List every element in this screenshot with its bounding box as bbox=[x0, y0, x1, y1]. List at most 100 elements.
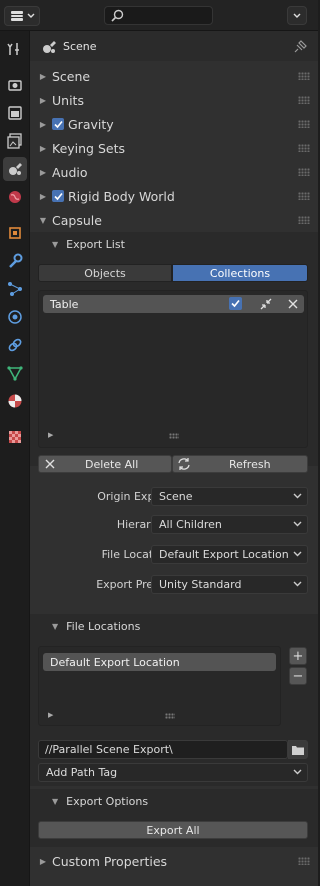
add-path-tag-dropdown[interactable]: Add Path Tag bbox=[38, 763, 308, 782]
chevron-down-icon: ▼ bbox=[52, 796, 59, 806]
chevron-down-icon bbox=[27, 13, 35, 18]
tab-world[interactable] bbox=[3, 185, 27, 209]
rigid-body-world-checkbox[interactable] bbox=[52, 190, 64, 202]
subpanel-label: Export List bbox=[66, 237, 125, 251]
drag-handle[interactable] bbox=[298, 216, 310, 224]
drag-handle[interactable] bbox=[298, 120, 310, 128]
gravity-checkbox[interactable] bbox=[52, 118, 64, 130]
minus-icon: − bbox=[292, 668, 304, 684]
drag-handle[interactable] bbox=[298, 96, 310, 104]
browse-folder-button[interactable] bbox=[288, 740, 308, 759]
tab-constraints[interactable] bbox=[3, 333, 27, 357]
collapse-arrows-icon[interactable] bbox=[259, 297, 273, 311]
tab-data[interactable] bbox=[3, 361, 27, 385]
section-capsule[interactable]: ▼ Capsule bbox=[30, 208, 318, 232]
constraints-icon bbox=[8, 338, 22, 352]
tab-scene[interactable] bbox=[3, 157, 27, 181]
path-field[interactable]: //Parallel Scene Export\ bbox=[38, 740, 288, 759]
section-label: Keying Sets bbox=[52, 140, 126, 156]
origin-export-dropdown[interactable]: Scene bbox=[151, 487, 308, 506]
physics-icon bbox=[8, 310, 22, 324]
editor-type-button[interactable] bbox=[4, 6, 40, 26]
tab-tool[interactable] bbox=[3, 37, 27, 61]
close-icon[interactable] bbox=[287, 298, 299, 310]
list-item-label: Table bbox=[50, 297, 79, 311]
chevron-right-icon: ▶ bbox=[39, 119, 47, 129]
tab-particles[interactable] bbox=[3, 277, 27, 301]
folder-icon bbox=[292, 745, 304, 755]
tab-object[interactable] bbox=[3, 221, 27, 245]
scene-icon bbox=[9, 163, 22, 175]
tab-collections[interactable]: Collections bbox=[172, 264, 308, 282]
tool-icon bbox=[7, 43, 19, 55]
list-item-label: Default Export Location bbox=[50, 655, 180, 669]
section-scene[interactable]: ▶ Scene bbox=[30, 64, 318, 88]
tab-view-layer[interactable] bbox=[3, 129, 27, 153]
properties-panel: Scene ▶ Scene ▶ Units ▶ Gravity ▶ Keying… bbox=[30, 31, 318, 886]
tab-texture[interactable] bbox=[3, 425, 27, 449]
section-units[interactable]: ▶ Units bbox=[30, 88, 318, 112]
remove-location-button[interactable]: − bbox=[289, 667, 307, 685]
chevron-down-icon bbox=[293, 13, 301, 18]
section-custom-properties[interactable]: ▶ Custom Properties bbox=[30, 849, 318, 873]
section-rigid-body-world[interactable]: ▶ Rigid Body World bbox=[30, 184, 318, 208]
tab-render[interactable] bbox=[3, 73, 27, 97]
enabled-checkbox[interactable] bbox=[229, 297, 242, 310]
close-icon bbox=[45, 459, 55, 469]
add-location-button[interactable]: + bbox=[289, 647, 307, 665]
top-bar bbox=[0, 0, 318, 31]
chevron-right-icon: ▶ bbox=[39, 191, 47, 201]
world-icon bbox=[9, 191, 21, 203]
export-all-button[interactable]: Export All bbox=[38, 821, 308, 839]
export-preset-dropdown[interactable]: Unity Standard bbox=[151, 575, 308, 594]
drag-handle[interactable] bbox=[298, 857, 310, 865]
checkmark-icon bbox=[53, 192, 63, 200]
view-layer-icon bbox=[7, 133, 22, 149]
pin-icon[interactable] bbox=[294, 39, 308, 53]
hierarchy-dropdown[interactable]: All Children bbox=[151, 515, 308, 534]
search-icon bbox=[111, 9, 124, 22]
tab-physics[interactable] bbox=[3, 305, 27, 329]
export-options-body: Export All bbox=[30, 813, 318, 847]
section-label: Gravity bbox=[68, 116, 114, 132]
chevron-right-icon: ▶ bbox=[39, 856, 47, 866]
refresh-label: Refresh bbox=[229, 457, 271, 471]
expand-arrow-icon[interactable]: ▶ bbox=[48, 711, 53, 719]
delete-all-button[interactable]: Delete All bbox=[38, 455, 172, 473]
tab-output[interactable] bbox=[3, 101, 27, 125]
file-locations-list[interactable]: Default Export Location ▶ bbox=[38, 646, 281, 726]
resize-grip-icon[interactable] bbox=[165, 713, 175, 719]
material-icon bbox=[8, 394, 22, 408]
list-item[interactable]: Table bbox=[43, 295, 304, 313]
context-header: Scene bbox=[30, 31, 318, 61]
list-item[interactable]: Default Export Location bbox=[43, 653, 276, 671]
context-title: Scene bbox=[63, 40, 97, 53]
refresh-button[interactable]: Refresh bbox=[172, 455, 308, 473]
tab-modifiers[interactable] bbox=[3, 249, 27, 273]
resize-grip-icon[interactable] bbox=[169, 433, 179, 439]
subpanel-export-options[interactable]: ▼ Export Options bbox=[30, 789, 318, 813]
section-keying-sets[interactable]: ▶ Keying Sets bbox=[30, 136, 318, 160]
drag-handle[interactable] bbox=[298, 168, 310, 176]
section-label: Units bbox=[52, 92, 84, 108]
subpanel-file-locations[interactable]: ▼ File Locations bbox=[30, 614, 318, 638]
expand-arrow-icon[interactable]: ▶ bbox=[48, 431, 53, 439]
drag-handle[interactable] bbox=[298, 192, 310, 200]
section-label: Scene bbox=[52, 68, 91, 84]
options-dropdown-button[interactable] bbox=[287, 6, 307, 25]
subpanel-export-list[interactable]: ▼ Export List bbox=[30, 232, 318, 256]
search-input[interactable] bbox=[104, 6, 213, 25]
section-gravity[interactable]: ▶ Gravity bbox=[30, 112, 318, 136]
drag-handle[interactable] bbox=[298, 144, 310, 152]
section-audio[interactable]: ▶ Audio bbox=[30, 160, 318, 184]
export-list[interactable]: Table ▶ bbox=[38, 290, 308, 448]
section-label: Capsule bbox=[52, 212, 102, 228]
file-locations-body: Default Export Location ▶ + − //Parallel… bbox=[30, 638, 318, 786]
refresh-icon bbox=[178, 458, 190, 470]
tab-objects[interactable]: Objects bbox=[38, 264, 172, 282]
file-location-dropdown[interactable]: Default Export Location bbox=[151, 545, 308, 564]
tab-material[interactable] bbox=[3, 389, 27, 413]
output-icon bbox=[8, 106, 22, 120]
subpanel-label: Export Options bbox=[66, 794, 149, 808]
drag-handle[interactable] bbox=[298, 72, 310, 80]
